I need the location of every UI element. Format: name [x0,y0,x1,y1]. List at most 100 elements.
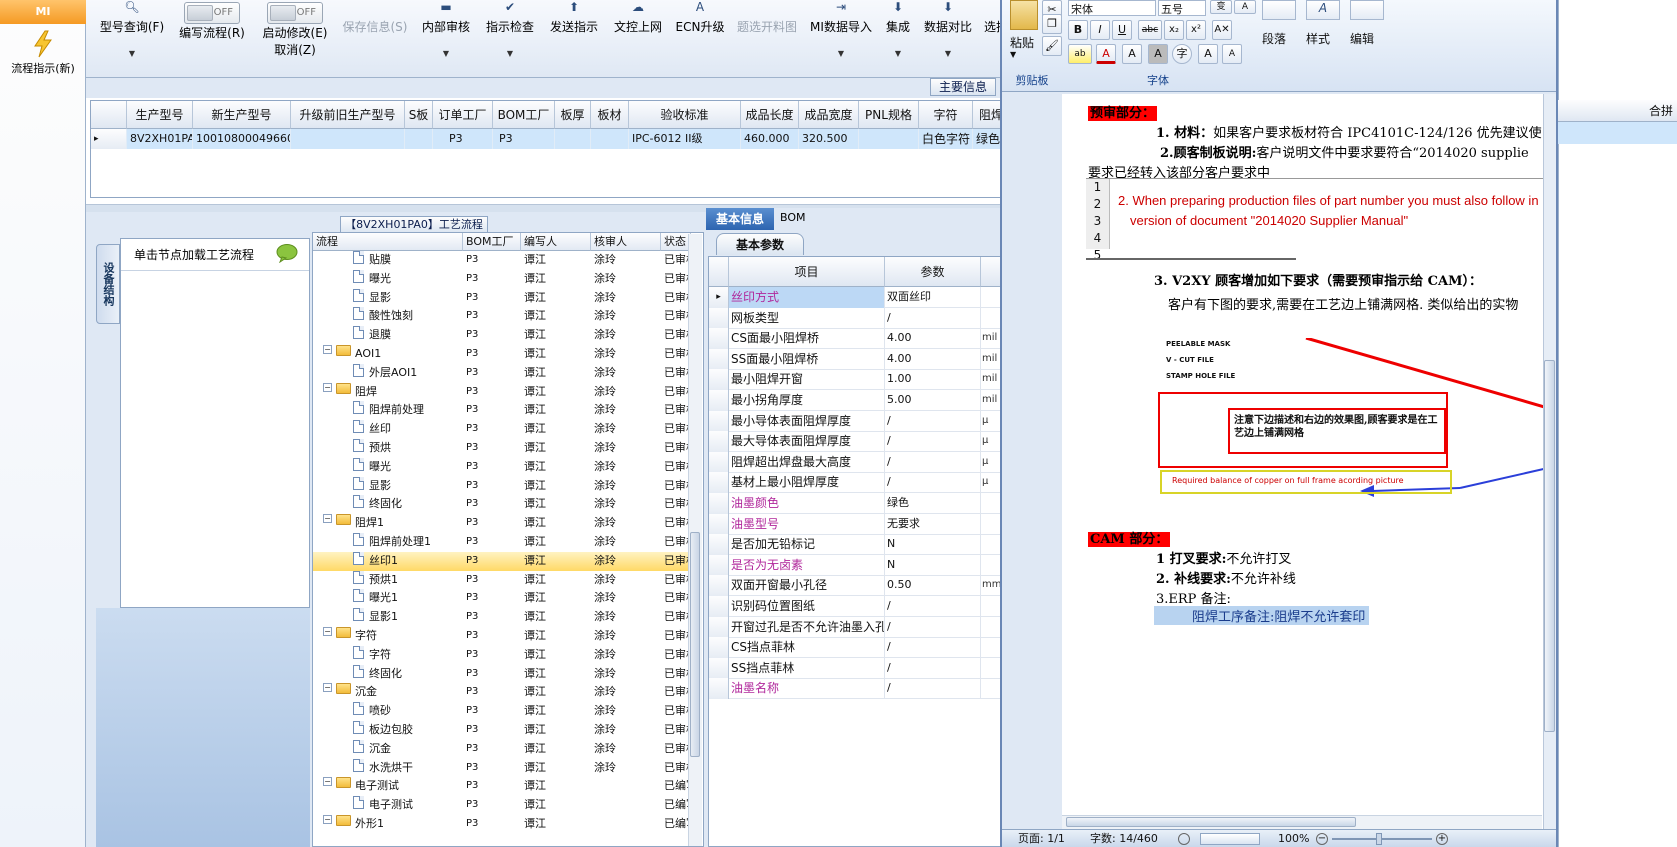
collapse-icon[interactable]: − [323,777,332,787]
row-selector[interactable] [709,678,729,700]
tree-row[interactable]: 显影 P3 谭江 涂玲 已审核 [313,476,697,496]
property-row[interactable]: 最小阻焊开窗 1.00 mil [709,369,1005,391]
col-header[interactable]: 生产型号 [127,101,193,129]
paste-icon[interactable] [1010,0,1038,30]
underline-icon[interactable]: U [1112,20,1132,40]
font-size-select[interactable]: 五号 [1158,0,1206,16]
col-header[interactable]: 成品宽度 [799,101,859,129]
mi-import-button[interactable]: ⇥ MI数据导入 ▼ [806,0,876,72]
property-value[interactable]: / [885,410,981,432]
clear-format-icon[interactable]: A✕ [1212,20,1232,40]
tree-row[interactable]: 曝光 P3 谭江 涂玲 已审核 [313,457,697,477]
internal-review-button[interactable]: ▬ 内部审核 ▼ [418,0,474,72]
row-selector[interactable] [709,575,729,597]
property-row[interactable]: 开窗过孔是否不允许油墨入孔 / [709,616,1005,638]
document-scroll-thumb[interactable] [1544,360,1555,732]
mi-tab[interactable]: MI [0,0,86,24]
tree-row[interactable]: 酸性蚀刻 P3 谭江 涂玲 已审核 [313,307,697,326]
tree-row[interactable]: 曝光1 P3 谭江 涂玲 已审核 [313,589,697,608]
tree-col-header[interactable]: 流程 [313,233,463,251]
binoculars-icon[interactable] [1350,0,1384,20]
chevron-down-icon[interactable]: ▼ [1010,50,1016,59]
tree-row[interactable]: 字符 P3 谭江 涂玲 已审核 [313,645,697,665]
col-header[interactable]: 升级前旧生产型号 [291,101,405,129]
tree-row[interactable]: 外层AOI1 P3 谭江 涂玲 已审核 [313,363,697,383]
proofing-icon[interactable] [1178,833,1190,845]
row-selector[interactable] [709,534,729,556]
model-query-button[interactable]: 🔍︎ 型号查询(F) ▼ [92,0,172,72]
cell[interactable] [591,129,629,149]
toggle-switch[interactable]: OFF [184,2,240,24]
cell[interactable] [555,129,591,149]
col-header[interactable]: 验收标准 [629,101,741,129]
property-row[interactable]: 油墨型号 无要求 [709,513,1005,535]
property-row[interactable]: SS面最小阻焊桥 4.00 mil [709,348,1005,370]
collapse-icon[interactable]: − [323,514,332,524]
row-selector[interactable] [709,307,729,329]
row-selector[interactable] [709,513,729,535]
property-value[interactable]: N [885,554,981,576]
col-header[interactable]: S板 [405,101,433,129]
font-name-select[interactable]: 宋体 [1068,0,1156,16]
property-value[interactable]: / [885,307,981,329]
styles-icon[interactable]: A [1306,0,1340,20]
tree-row[interactable]: − 字符 P3 谭江 涂玲 已审核 [313,627,697,646]
tab-bom[interactable]: BOM [780,211,806,224]
collapse-icon[interactable]: − [323,627,332,636]
save-info-button[interactable]: 保存信息(S) [340,0,410,72]
row-selector[interactable] [709,348,729,370]
tree-row[interactable]: 贴膜 P3 谭江 涂玲 已审核 [313,251,697,270]
write-flow-toggle[interactable]: OFF 编写流程(R) [172,0,252,72]
property-value[interactable]: 1.00 [885,369,981,391]
tree-row[interactable]: 阻焊前处理1 P3 谭江 涂玲 已审核 [313,533,697,552]
zoom-level[interactable]: 100% [1278,830,1309,847]
tree-row[interactable]: 喷砂 P3 谭江 涂玲 已审核 [313,702,697,721]
italic-icon[interactable]: I [1090,20,1110,40]
property-value[interactable]: / [885,616,981,638]
tree-row[interactable]: 显影1 P3 谭江 涂玲 已审核 [313,608,697,627]
property-value[interactable]: / [885,431,981,453]
superscript-icon[interactable]: x² [1186,20,1206,40]
font-color-icon[interactable]: A [1096,44,1116,64]
tree-row[interactable]: 退膜 P3 谭江 涂玲 已审核 [313,326,697,345]
row-selector[interactable] [709,431,729,453]
property-row[interactable]: 最小拐角厚度 5.00 mil [709,390,1005,411]
property-row[interactable]: SS挡点菲林 / [709,657,1005,679]
cell[interactable] [405,129,433,149]
property-row[interactable]: 最大导体表面阻焊厚度 / μ [709,431,1005,453]
toggle-switch[interactable]: OFF [267,2,323,24]
property-value[interactable]: 绿色 [885,493,981,514]
tree-row[interactable]: 水洗烘干 P3 谭江 涂玲 已审核 [313,758,697,778]
flow-instruction-button[interactable]: 流程指示(新) [0,26,86,76]
tab-basic-info[interactable]: 基本信息 [706,208,774,230]
tree-row[interactable]: 终固化 P3 谭江 涂玲 已审核 [313,495,697,514]
col-header[interactable]: PNL规格 [859,101,919,129]
doc-online-button[interactable]: ☁ 文控上网 [610,0,666,72]
row-selector[interactable] [709,451,729,473]
tree-row[interactable]: 显影 P3 谭江 涂玲 已审核 [313,288,697,308]
row-selector[interactable] [709,554,729,576]
bold-icon[interactable]: B [1068,20,1088,40]
cell[interactable]: P3 [493,129,555,149]
document-page[interactable]: 预审部分： 1. 材料：如果客户要求板材符合 IPC4101C-124/126 … [1062,94,1548,829]
property-row[interactable]: 阻焊超出焊盘最大高度 / μ [709,451,1005,473]
paste-label[interactable]: 粘贴 [1010,34,1034,51]
tree-col-header[interactable]: 编写人 [521,233,591,251]
tree-row[interactable]: 预烘1 P3 谭江 涂玲 已审核 [313,570,697,590]
property-value[interactable]: / [885,678,981,700]
property-row[interactable]: ▸ 丝印方式 双面丝印 [709,287,1005,308]
paragraph-button-label[interactable]: 段落 [1262,30,1286,47]
select-cut-drawing-button[interactable]: 题选开料图 [732,0,802,72]
property-row[interactable]: 基材上最小阻焊厚度 / μ [709,472,1005,494]
row-selector[interactable] [709,637,729,659]
char-border-icon[interactable]: A [1234,0,1256,14]
device-structure-tab[interactable]: 设备结构 [96,244,120,324]
tree-row[interactable]: 终固化 P3 谭江 涂玲 已审核 [313,664,697,684]
col-header[interactable]: 字符 [919,101,973,129]
tree-row[interactable]: 阻焊前处理 P3 谭江 涂玲 已审核 [313,401,697,420]
col-header[interactable]: 成品长度 [741,101,799,129]
zoom-slider[interactable] [1332,838,1432,840]
col-header[interactable]: 订单工厂 [433,101,493,129]
property-value[interactable]: / [885,472,981,494]
row-selector[interactable] [709,616,729,638]
